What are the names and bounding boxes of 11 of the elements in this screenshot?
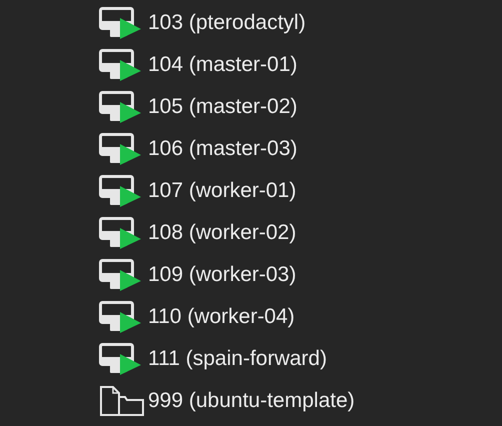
tree-item[interactable]: 103 (pterodactyl): [99, 2, 502, 44]
tree-item[interactable]: 105 (master-02): [99, 86, 502, 128]
tree-item[interactable]: 999 (ubuntu-template): [99, 380, 502, 422]
tree-item[interactable]: 109 (worker-03): [99, 254, 502, 296]
tree-item[interactable]: 110 (worker-04): [99, 296, 502, 338]
tree-item[interactable]: 104 (master-01): [99, 44, 502, 86]
tree-item[interactable]: 107 (worker-01): [99, 170, 502, 212]
tree-item[interactable]: 111 (spain-forward): [99, 338, 502, 380]
tree-item[interactable]: 106 (master-03): [99, 128, 502, 170]
tree-item[interactable]: 108 (worker-02): [99, 212, 502, 254]
template-icon: [99, 385, 145, 417]
